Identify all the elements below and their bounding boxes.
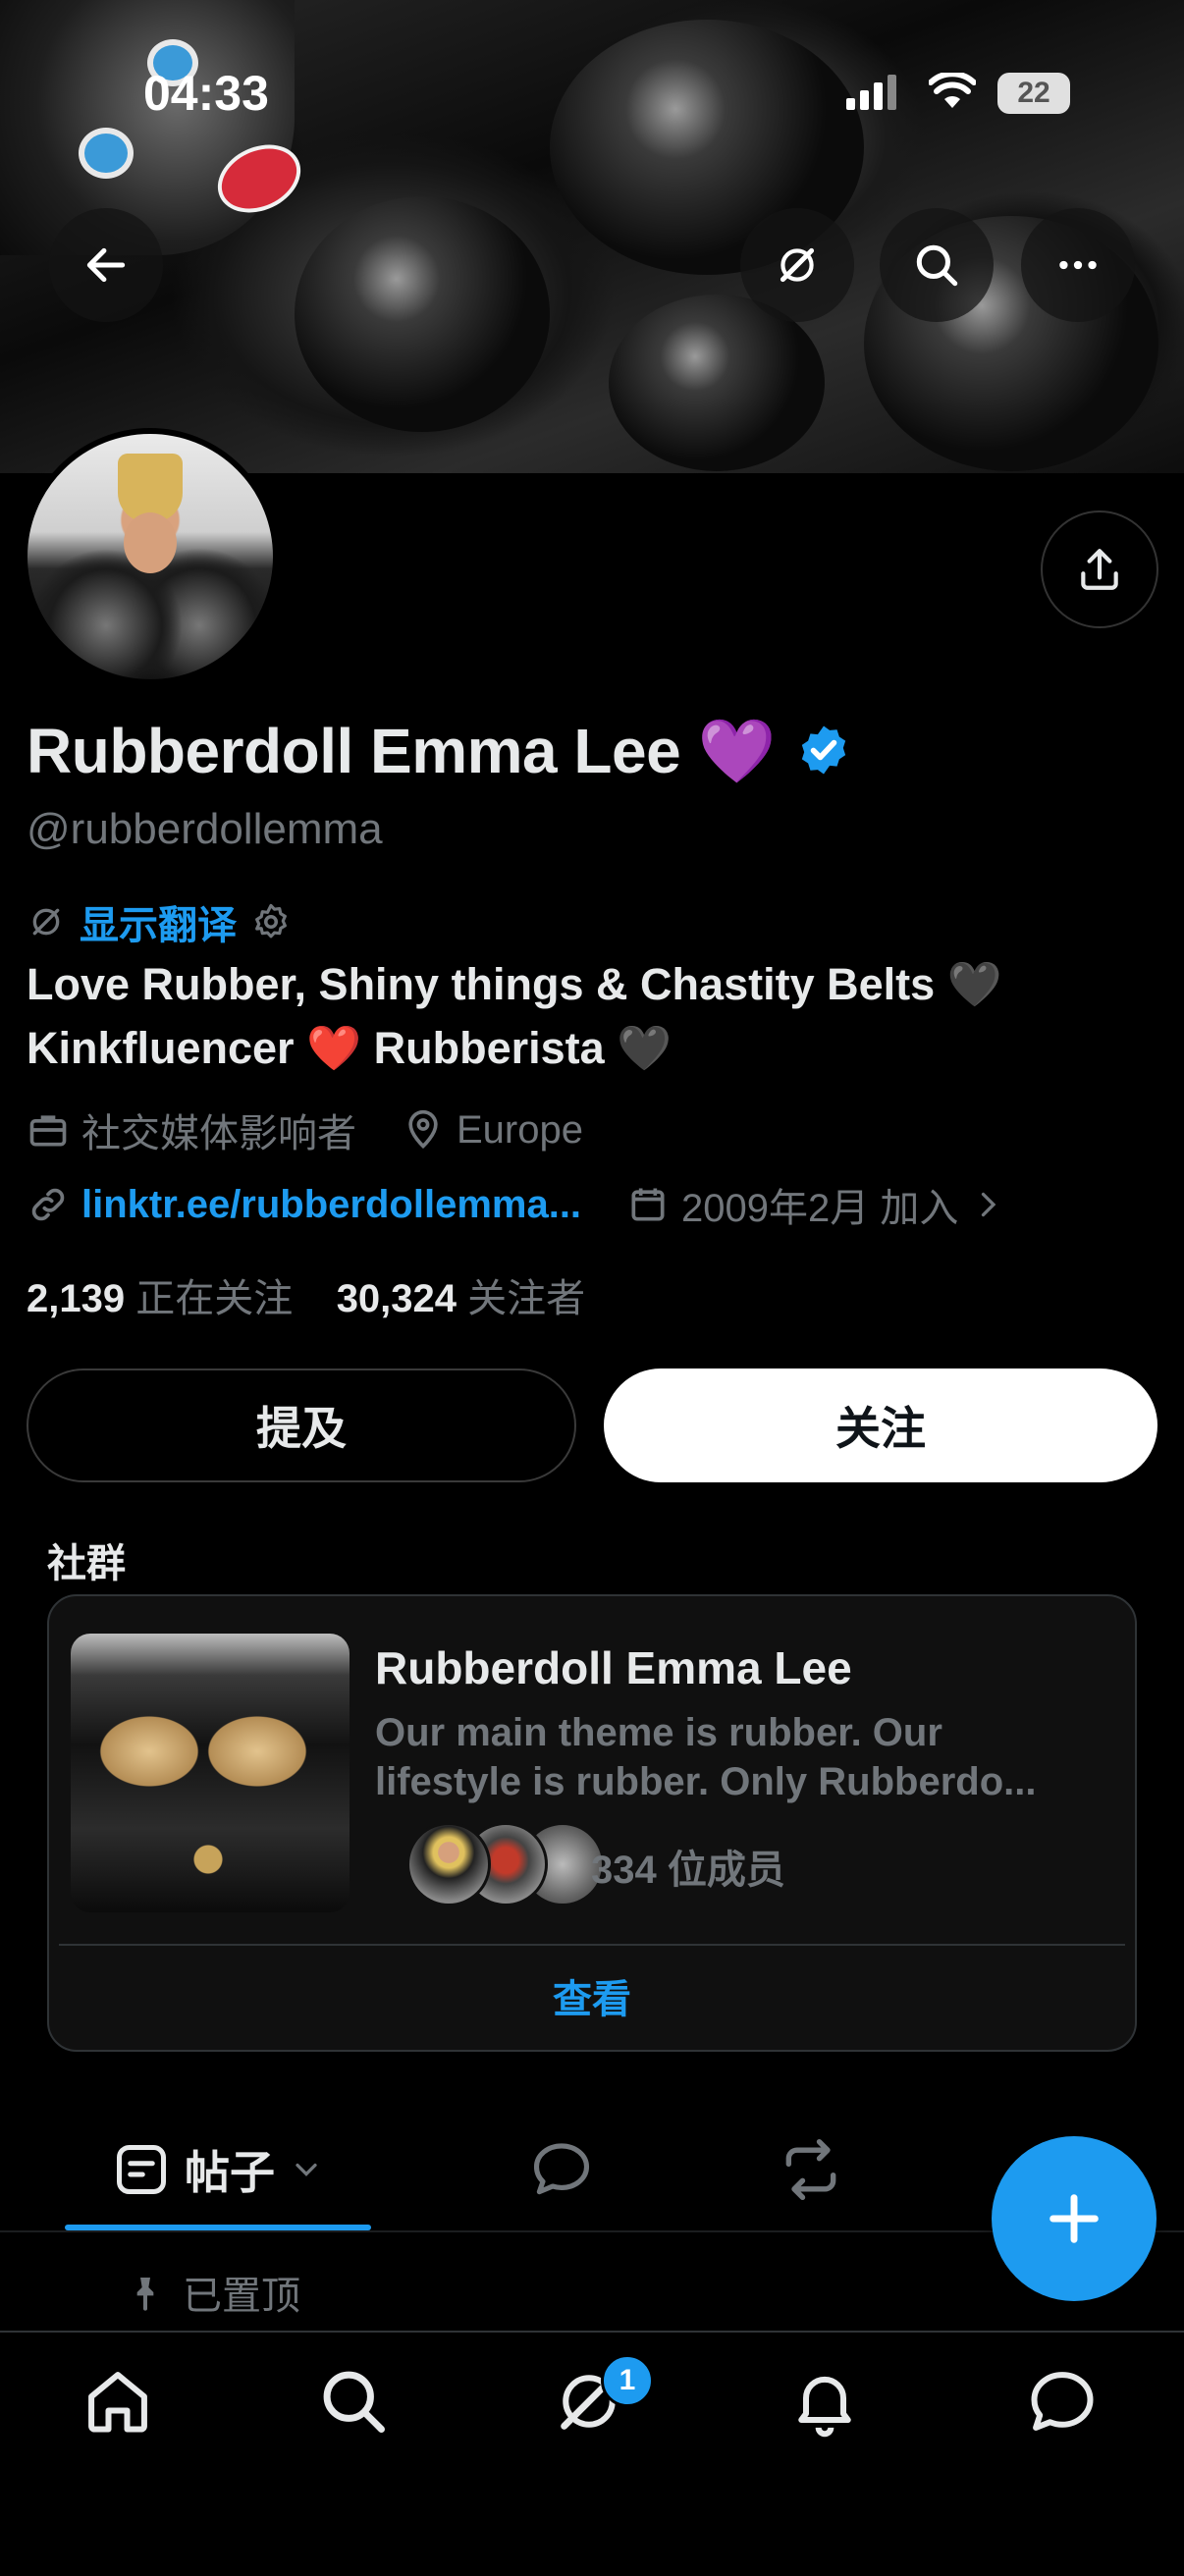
community-divider — [59, 1944, 1125, 1946]
profile-handle: @rubberdollemma — [27, 805, 383, 853]
community-description: Our main theme is rubber. Our lifestyle … — [375, 1708, 1102, 1806]
member-avatar — [406, 1822, 491, 1906]
tab-reposts[interactable] — [770, 2120, 852, 2219]
followers-link[interactable]: 30,324 关注者 — [337, 1277, 585, 1320]
follow-counts: 2,139 正在关注 30,324 关注者 — [27, 1266, 585, 1323]
following-label: 正在关注 — [135, 1277, 294, 1320]
bell-icon — [798, 2376, 851, 2438]
follow-button[interactable]: 关注 — [604, 1368, 1157, 1482]
profile-name: Rubberdoll Emma Lee 💜 — [27, 715, 851, 792]
community-desc-line-2: lifestyle is rubber. Only Rubberdo... — [375, 1760, 1037, 1803]
search-button[interactable] — [880, 208, 994, 322]
bio-line-2: Kinkfluencer ❤️ Rubberista 🖤 — [27, 1023, 673, 1073]
tab-replies[interactable] — [520, 2120, 603, 2219]
community-view-button[interactable]: 查看 — [47, 1967, 1137, 2024]
nav-notifications[interactable] — [787, 2364, 862, 2439]
battery-icon: 22 — [997, 73, 1070, 114]
nav-home[interactable] — [81, 2364, 155, 2439]
reply-icon — [533, 2143, 590, 2195]
nav-messages[interactable] — [1025, 2364, 1100, 2439]
search-icon — [916, 244, 958, 287]
status-time: 04:33 — [143, 66, 269, 121]
community-name: Rubberdoll Emma Lee — [375, 1642, 852, 1693]
tab-posts-label: 帖子 — [185, 2147, 275, 2198]
bio-line-1: Love Rubber, Shiny things & Chastity Bel… — [27, 959, 1002, 1009]
chevron-right-icon — [982, 1192, 996, 1217]
nav-search[interactable] — [316, 2364, 391, 2439]
translate-link[interactable]: 显示翻译 — [80, 893, 237, 950]
following-link[interactable]: 2,139 正在关注 — [27, 1277, 293, 1320]
back-button[interactable] — [49, 208, 163, 322]
verified-badge-icon[interactable] — [796, 720, 851, 792]
calendar-icon — [631, 1188, 665, 1221]
followers-label: 关注者 — [467, 1277, 586, 1320]
plus-icon — [1049, 2194, 1099, 2243]
share-button[interactable] — [1041, 510, 1158, 628]
location-icon — [408, 1109, 438, 1150]
translate-row[interactable]: 显示翻译 — [27, 893, 292, 950]
notification-badge: 1 — [601, 2354, 654, 2407]
posts-icon — [117, 2145, 166, 2194]
community-desc-line-1: Our main theme is rubber. Our — [375, 1711, 942, 1754]
pin-icon — [136, 2278, 154, 2311]
arrow-left-icon — [86, 247, 126, 283]
community-image — [71, 1634, 350, 1912]
grok-button[interactable] — [740, 208, 854, 322]
tab-posts[interactable]: 帖子 — [65, 2120, 371, 2219]
profile-joined[interactable]: 2009年2月 加入 — [681, 1176, 958, 1233]
community-section-title: 社群 — [47, 1542, 126, 1585]
profile-category: 社交媒体影响者 — [81, 1112, 356, 1155]
purple-heart-emoji: 💜 — [697, 716, 776, 786]
meta-row-2: linktr.ee/rubberdollemma... 2009年2月 加入 — [27, 1176, 1005, 1233]
profile-link[interactable]: linktr.ee/rubberdollemma... — [81, 1183, 581, 1227]
chat-icon — [1031, 2372, 1094, 2431]
profile-location: Europe — [457, 1107, 583, 1152]
briefcase-icon — [29, 1115, 67, 1147]
compose-button[interactable] — [992, 2136, 1157, 2301]
profile-name-text: Rubberdoll Emma Lee — [27, 716, 681, 786]
chevron-down-icon — [296, 2163, 317, 2176]
pinned-label: 已置顶 — [183, 2275, 300, 2318]
pinned-indicator: 已置顶 — [126, 2264, 300, 2321]
grok-icon — [32, 908, 60, 936]
avatar[interactable] — [22, 428, 279, 685]
link-icon — [31, 1188, 65, 1221]
grok-icon — [780, 247, 815, 283]
signal-icon — [846, 75, 897, 115]
home-icon — [88, 2372, 147, 2433]
repost-icon — [785, 2138, 836, 2201]
mention-button[interactable]: 提及 — [27, 1368, 576, 1482]
more-button[interactable] — [1021, 208, 1135, 322]
profile-bio: Love Rubber, Shiny things & Chastity Bel… — [27, 952, 1002, 1080]
following-count: 2,139 — [27, 1277, 126, 1320]
wifi-icon — [928, 71, 977, 115]
followers-count: 30,324 — [336, 1277, 457, 1320]
search-icon — [323, 2371, 385, 2433]
community-members-count: 334 位成员 — [591, 1849, 785, 1892]
more-icon — [1059, 260, 1097, 270]
share-icon — [1081, 549, 1118, 590]
meta-row-1: 社交媒体影响者 Europe — [27, 1101, 583, 1158]
gear-icon[interactable] — [250, 901, 292, 942]
